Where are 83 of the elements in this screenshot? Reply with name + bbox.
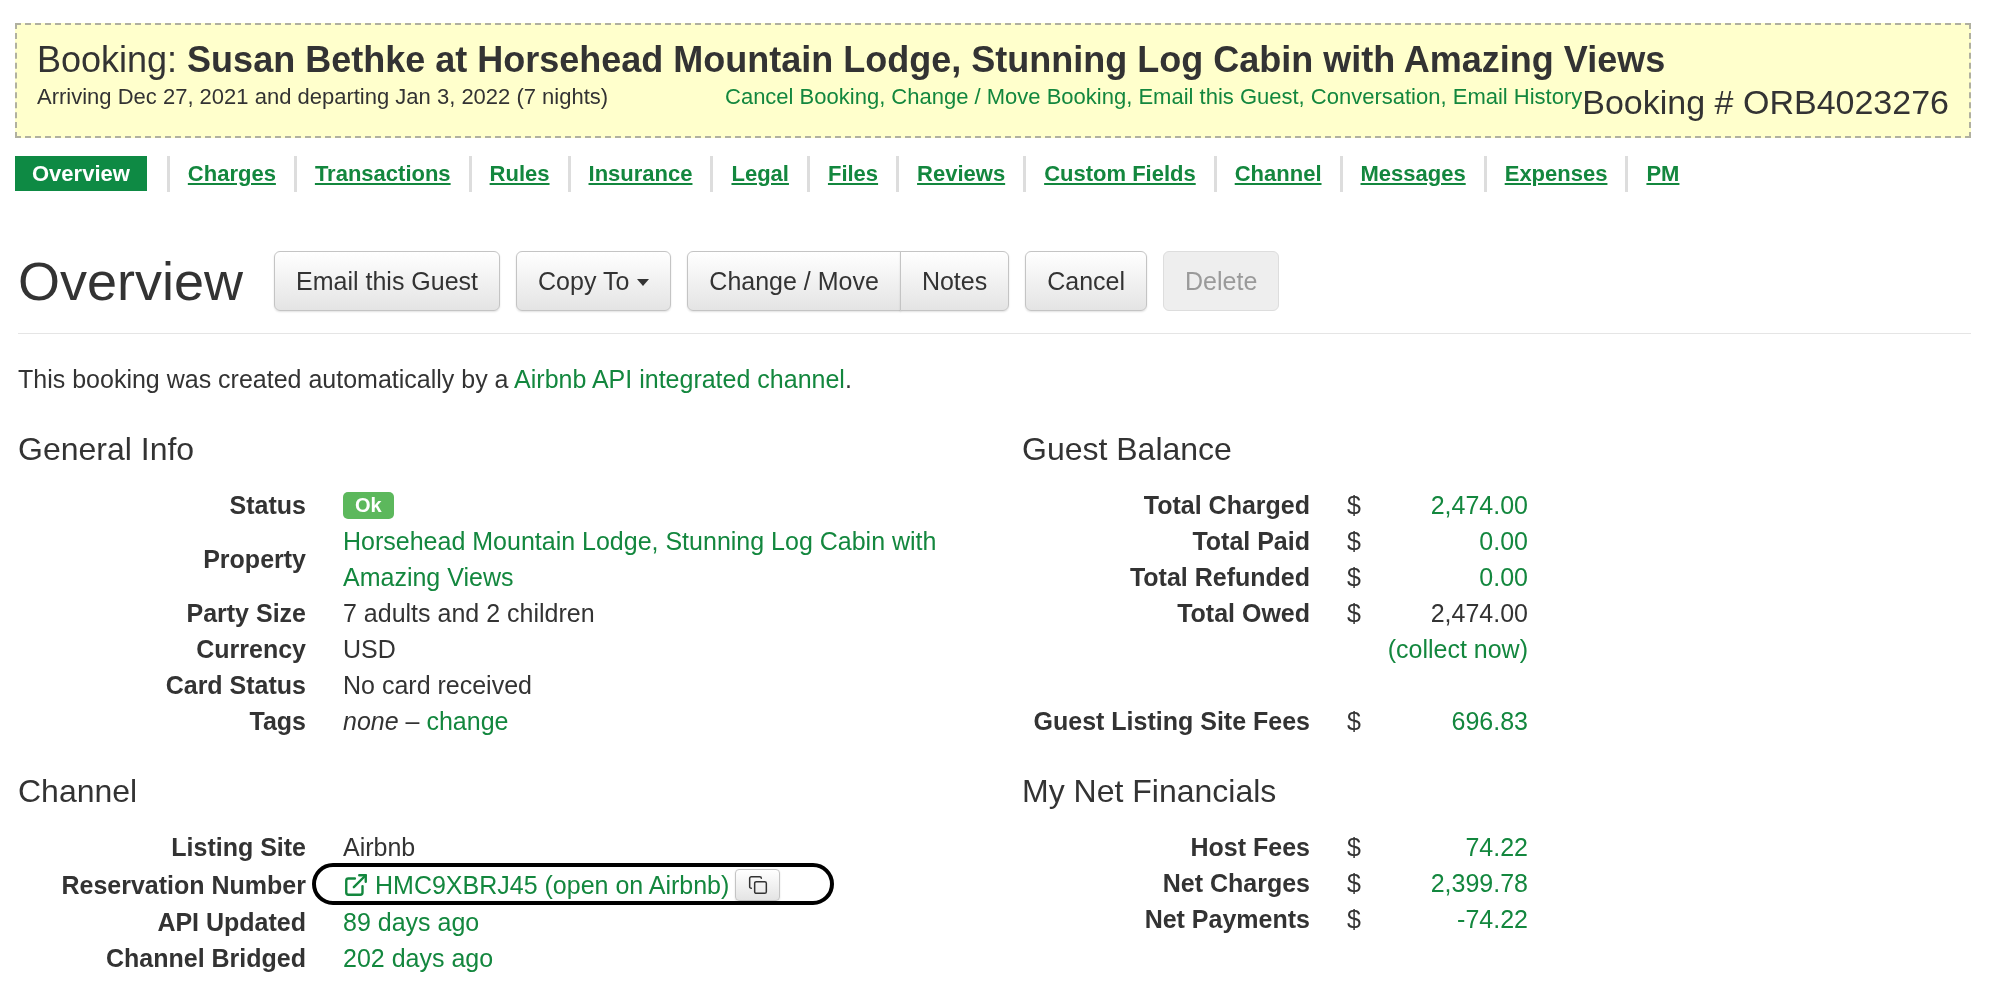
amount-link[interactable]: 0.00: [1479, 527, 1528, 555]
amount-link[interactable]: 696.83: [1451, 707, 1528, 735]
amount-link[interactable]: 2,474.00: [1430, 491, 1528, 519]
booking-title: Booking: Susan Bethke at Horsehead Mountain Lodge, Stunning Log Cabin with Amazing Views: [37, 38, 1667, 82]
amount-label: Net Payments: [1144, 905, 1310, 933]
amount-link[interactable]: 0.00: [1479, 563, 1528, 591]
currency-symbol: $: [1347, 527, 1361, 555]
amount-link[interactable]: 2,399.78: [1430, 869, 1528, 897]
nav-tab[interactable]: Expenses: [1486, 156, 1626, 191]
currency-symbol: $: [1347, 491, 1361, 519]
status-badge: Ok: [343, 491, 394, 519]
page-title: Overview: [18, 251, 244, 311]
currency-symbol: $: [1347, 599, 1361, 627]
field-label: Channel Bridged: [105, 943, 306, 974]
amount-link[interactable]: -74.22: [1457, 905, 1528, 933]
field-value: Airbnb: [343, 833, 416, 861]
field-link[interactable]: 89 days ago: [343, 908, 480, 936]
external-link-icon: [343, 871, 369, 898]
section-heading: Channel: [18, 774, 139, 809]
field-link[interactable]: 202 days ago: [343, 944, 494, 972]
channel-link[interactable]: Airbnb API integrated channel: [514, 365, 845, 393]
field-link[interactable]: Horsehead Mountain Lodge, Stunning Log Cabin with Amazing Views: [343, 523, 983, 595]
nav-tab[interactable]: Messages: [1342, 156, 1484, 191]
currency-symbol: $: [1347, 869, 1361, 897]
nav-tab[interactable]: Channel: [1216, 156, 1340, 191]
currency-symbol: $: [1347, 707, 1361, 735]
nav-tab[interactable]: Rules: [471, 156, 568, 191]
collect-now-link[interactable]: (collect now): [1387, 635, 1528, 663]
toolbar-button[interactable]: Copy To: [516, 251, 672, 311]
automation-notice: This booking was created automatically by a Airbnb API integrated channel.: [18, 364, 853, 395]
header-action-link[interactable]: Change / Move Booking: [891, 84, 1127, 109]
nav-tab[interactable]: Charges: [169, 156, 294, 191]
field-value: USD: [343, 634, 396, 665]
amount-label: Total Owed: [1177, 599, 1310, 627]
field-label: Property: [202, 544, 306, 575]
amount-label: Guest Listing Site Fees: [1033, 707, 1310, 735]
field-value: No card received: [343, 670, 532, 701]
field-label: Card Status: [164, 670, 306, 701]
nav-tab[interactable]: Overview: [15, 156, 147, 191]
nav-tab[interactable]: Reviews: [899, 156, 1024, 191]
section-heading: General Info: [18, 432, 196, 467]
toolbar-button[interactable]: Change / Move: [687, 251, 901, 311]
booking-action-links: Cancel Booking, Change / Move Booking, Email this Guest, Conversation, Email History: [725, 83, 1583, 111]
caret-icon: [637, 278, 650, 286]
toolbar-button[interactable]: Email this Guest: [274, 251, 501, 311]
currency-symbol: $: [1347, 563, 1361, 591]
booking-number: Booking # ORB4023276: [1582, 82, 1949, 122]
nav-tab[interactable]: Files: [809, 156, 897, 191]
field-label: Reservation Number: [60, 869, 306, 901]
currency-symbol: $: [1347, 905, 1361, 933]
section-heading: My Net Financials: [1022, 774, 1278, 809]
tags-value: none – change: [343, 706, 509, 737]
toolbar-button[interactable]: Cancel: [1025, 251, 1147, 311]
field-label: Status: [228, 490, 306, 521]
field-label: Currency: [195, 634, 306, 665]
field-label: API Updated: [156, 907, 306, 938]
currency-symbol: $: [1347, 833, 1361, 861]
field-value: 7 adults and 2 children: [343, 598, 595, 629]
amount-link[interactable]: 74.22: [1465, 833, 1528, 861]
amount-label: Total Paid: [1192, 527, 1310, 555]
nav-tab[interactable]: Legal: [713, 156, 807, 191]
booking-dates: Arriving Dec 27, 2021 and departing Jan 3, 2022 (7 nights): [37, 83, 610, 111]
copy-button[interactable]: [735, 868, 781, 901]
toolbar-button[interactable]: Notes: [899, 251, 1010, 311]
amount-label: Total Charged: [1143, 491, 1310, 519]
amount-label: Host Fees: [1190, 833, 1310, 861]
header-action-link[interactable]: Cancel Booking: [725, 84, 880, 109]
nav-tab[interactable]: Custom Fields: [1026, 156, 1214, 191]
amount-label: Net Charges: [1162, 869, 1310, 897]
header-action-link[interactable]: Conversation: [1310, 84, 1441, 109]
amount-label: Total Refunded: [1129, 563, 1310, 591]
change-tags-link[interactable]: change: [426, 707, 509, 735]
nav-tab[interactable]: Transactions: [296, 156, 469, 191]
field-label: Listing Site: [170, 832, 306, 863]
field-label: Party Size: [185, 598, 306, 629]
amount-value: 2,474.00: [1430, 599, 1528, 627]
header-action-link[interactable]: Email this Guest: [1138, 84, 1299, 109]
nav-tab[interactable]: PM: [1628, 156, 1698, 191]
header-action-link[interactable]: Email History: [1452, 84, 1583, 109]
copy-icon: [747, 874, 768, 895]
section-heading: Guest Balance: [1022, 432, 1233, 467]
nav-tab[interactable]: Insurance: [570, 156, 711, 191]
field-label: Tags: [248, 706, 306, 737]
